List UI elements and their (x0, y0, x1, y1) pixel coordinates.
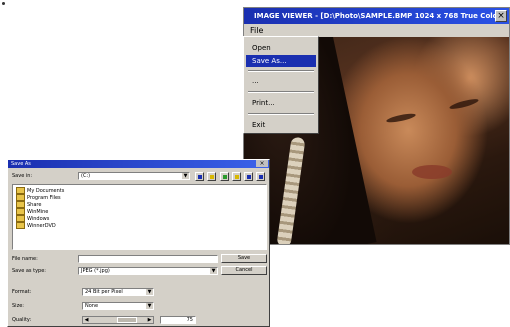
filename-input[interactable] (78, 255, 218, 263)
save-in-value: (C:) (81, 173, 91, 179)
chevron-down-icon[interactable]: ▼ (146, 303, 153, 309)
list-item[interactable]: Windows (16, 215, 49, 222)
filetype-label: Save as type: (12, 268, 46, 274)
save-in-select[interactable]: (C:) ▼ (78, 172, 190, 180)
up-folder-icon[interactable] (195, 172, 204, 181)
cancel-button[interactable]: Cancel (221, 266, 267, 275)
folder-icon (16, 201, 25, 208)
chevron-down-icon[interactable]: ▼ (146, 289, 153, 295)
quality-input[interactable]: 75 (160, 316, 196, 324)
chevron-right-icon[interactable]: ▶ (146, 317, 153, 323)
viewer-close-button[interactable]: × (495, 10, 507, 22)
slider-thumb[interactable] (117, 317, 137, 323)
menu-item-open[interactable]: Open (246, 42, 316, 54)
photo-eye-right (448, 97, 480, 111)
menu-item-more[interactable]: ... (246, 75, 316, 87)
dialog-close-button[interactable]: × (256, 160, 268, 167)
photo-lips (412, 165, 452, 179)
list-item[interactable]: Share (16, 201, 41, 208)
save-in-label: Save in: (12, 173, 33, 179)
quality-label: Quality: (12, 317, 32, 323)
save-button[interactable]: Save (221, 254, 267, 263)
folder-icon (16, 222, 25, 229)
filetype-select[interactable]: JPEG (*.jpg) ▼ (78, 267, 218, 275)
list-item[interactable]: WinnerDVD (16, 222, 56, 229)
menu-file[interactable]: File (250, 26, 263, 35)
list-item[interactable]: WinMine (16, 208, 48, 215)
details-view-icon[interactable] (244, 172, 253, 181)
folder-icon (16, 187, 25, 194)
save-as-dialog: Save As × Save in: (C:) ▼ My Documents P… (7, 159, 270, 327)
folder-icon (16, 194, 25, 201)
preview-icon[interactable] (256, 172, 265, 181)
chevron-left-icon[interactable]: ◀ (83, 317, 90, 323)
folder-icon (16, 208, 25, 215)
size-select[interactable]: None ▼ (82, 302, 154, 310)
filetype-value: JPEG (*.jpg) (81, 268, 110, 274)
menu-separator (248, 91, 314, 93)
list-item[interactable]: My Documents (16, 187, 64, 194)
folder-icon (16, 215, 25, 222)
format-select[interactable]: 24 Bit per Pixel ▼ (82, 288, 154, 296)
new-folder-icon[interactable] (220, 172, 229, 181)
menu-item-print[interactable]: Print... (246, 97, 316, 109)
photo-eye-left (385, 111, 417, 125)
quality-slider[interactable]: ◀ ▶ (82, 316, 154, 324)
desktop-icon[interactable] (207, 172, 216, 181)
corner-dot (2, 2, 5, 5)
filename-label: File name: (12, 256, 38, 262)
menu-item-exit[interactable]: Exit (246, 119, 316, 131)
size-label: Size: (12, 303, 24, 309)
viewer-title: IMAGE VIEWER - [D:\Photo\SAMPLE.BMP 1024… (244, 8, 509, 24)
format-value: 24 Bit per Pixel (85, 289, 123, 295)
file-menu-dropdown: Open Save As... ... Print... Exit (243, 36, 319, 134)
menu-item-save-as[interactable]: Save As... (246, 55, 316, 67)
list-view-icon[interactable] (232, 172, 241, 181)
size-value: None (85, 303, 99, 309)
chevron-down-icon[interactable]: ▼ (210, 268, 217, 274)
menu-separator (248, 70, 314, 72)
file-list: My Documents Program Files Share WinMine… (12, 184, 267, 250)
chevron-down-icon[interactable]: ▼ (182, 173, 189, 179)
format-label: Format: (12, 289, 32, 295)
menu-separator (248, 113, 314, 115)
list-item[interactable]: Program Files (16, 194, 61, 201)
dialog-title: Save As (8, 160, 269, 168)
